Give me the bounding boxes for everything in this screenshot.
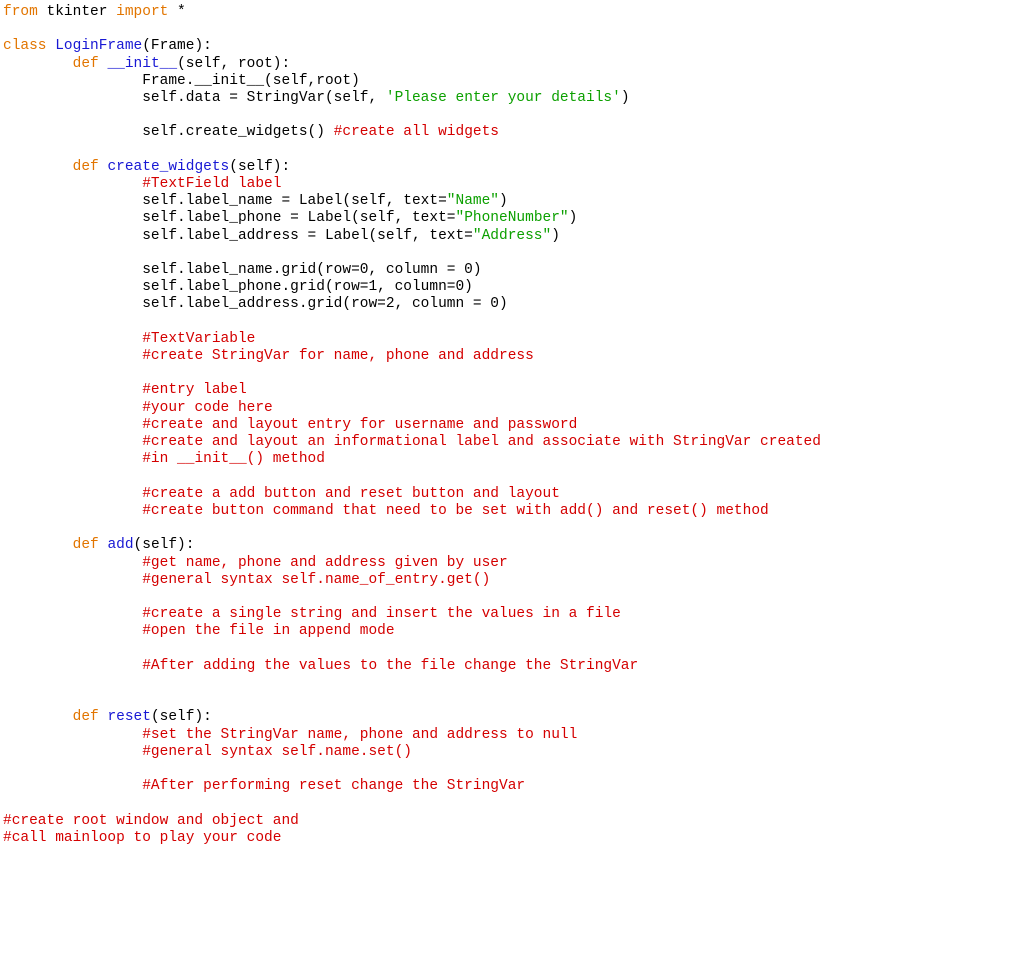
comment-root-window: #create root window and object and (3, 813, 299, 829)
comment-set-null: #set the StringVar name, phone and addre… (142, 727, 577, 743)
comment-add-reset-btn: #create a add button and reset button an… (142, 486, 560, 502)
code-block: from tkinter import * class LoginFrame(F… (0, 0, 1024, 851)
sig-self-3: (self): (151, 709, 212, 725)
module-name: tkinter (47, 4, 108, 20)
sig-self-1: (self): (229, 159, 290, 175)
keyword-def-3: def (73, 537, 99, 553)
fn-add: add (107, 537, 133, 553)
comment-your-code: #your code here (142, 400, 273, 416)
class-name: LoginFrame (55, 38, 142, 54)
comment-mainloop: #call mainloop to play your code (3, 830, 281, 846)
comment-textfield-label: #TextField label (142, 176, 281, 192)
comment-open-file: #open the file in append mode (142, 623, 394, 639)
string-please: 'Please enter your details' (386, 90, 621, 106)
line-grid-phone: self.label_phone.grid(row=1, column=0) (142, 279, 473, 295)
comment-textvar: #TextVariable (142, 331, 255, 347)
string-address: "Address" (473, 228, 551, 244)
line-grid-name: self.label_name.grid(row=0, column = 0) (142, 262, 481, 278)
comment-single-string: #create a single string and insert the v… (142, 606, 621, 622)
keyword-def-4: def (73, 709, 99, 725)
fn-init: __init__ (107, 56, 177, 72)
comment-get-vals: #get name, phone and address given by us… (142, 555, 507, 571)
comment-after-reset: #After performing reset change the Strin… (142, 778, 525, 794)
comment-entry-label: #entry label (142, 382, 246, 398)
sig-init: (self, root): (177, 56, 290, 72)
line-label-name-pre: self.label_name = Label(self, text= (142, 193, 447, 209)
sig-self-2: (self): (134, 537, 195, 553)
close-paren-3: ) (569, 210, 578, 226)
comment-create-strvar: #create StringVar for name, phone and ad… (142, 348, 534, 364)
comment-in-init: #in __init__() method (142, 451, 325, 467)
keyword-import: import (116, 4, 168, 20)
comment-create-all: #create all widgets (334, 124, 499, 140)
comment-syntax-set: #general syntax self.name.set() (142, 744, 412, 760)
keyword-from: from (3, 4, 38, 20)
line-grid-address: self.label_address.grid(row=2, column = … (142, 296, 507, 312)
close-paren-2: ) (499, 193, 508, 209)
string-phonenum: "PhoneNumber" (456, 210, 569, 226)
line-frame-init: Frame.__init__(self,root) (142, 73, 360, 89)
close-paren-1: ) (621, 90, 630, 106)
close-paren-4: ) (551, 228, 560, 244)
keyword-def: def (73, 56, 99, 72)
string-name: "Name" (447, 193, 499, 209)
star: * (168, 4, 185, 20)
comment-layout-entry: #create and layout entry for username an… (142, 417, 577, 433)
comment-after-add: #After adding the values to the file cha… (142, 658, 638, 674)
comment-syntax-get: #general syntax self.name_of_entry.get() (142, 572, 490, 588)
fn-reset: reset (107, 709, 151, 725)
keyword-def-2: def (73, 159, 99, 175)
line-label-address-pre: self.label_address = Label(self, text= (142, 228, 473, 244)
comment-layout-info: #create and layout an informational labe… (142, 434, 821, 450)
line-label-phone-pre: self.label_phone = Label(self, text= (142, 210, 455, 226)
class-base: (Frame): (142, 38, 212, 54)
line-create-widgets-call: self.create_widgets() (142, 124, 333, 140)
line-selfdata-pre: self.data = StringVar(self, (142, 90, 386, 106)
comment-btn-cmd: #create button command that need to be s… (142, 503, 769, 519)
fn-create-widgets: create_widgets (107, 159, 229, 175)
keyword-class: class (3, 38, 47, 54)
